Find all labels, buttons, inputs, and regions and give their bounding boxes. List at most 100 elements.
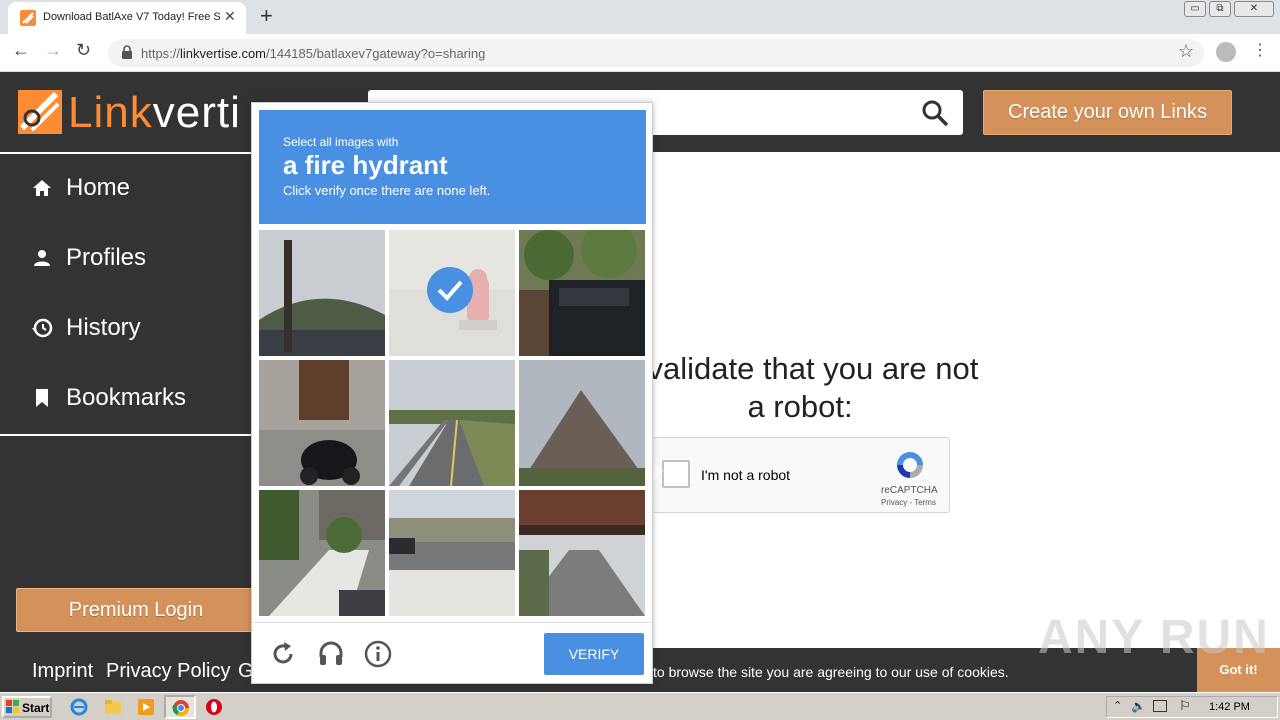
chrome-icon xyxy=(172,700,190,717)
logo-link-part: Link xyxy=(68,88,153,137)
tab-close-icon[interactable]: ✕ xyxy=(224,8,236,25)
opera-icon[interactable] xyxy=(205,698,223,716)
reload-challenge-icon[interactable] xyxy=(268,639,298,669)
premium-login-button[interactable]: Premium Login xyxy=(16,588,256,632)
volume-icon[interactable]: 🔈 xyxy=(1131,699,1146,713)
sidebar-item-profiles[interactable]: Profiles xyxy=(30,240,250,280)
url-bar[interactable]: https://linkvertise.com/144185/batlaxev7… xyxy=(108,39,1204,67)
recaptcha-logo-icon xyxy=(897,452,923,478)
highway-wall-image xyxy=(389,490,515,616)
challenge-tile-highway[interactable] xyxy=(389,490,515,616)
verify-button[interactable]: VERIFY xyxy=(544,633,644,675)
url-domain: linkvertise.com xyxy=(180,46,266,61)
close-window-button[interactable]: ✕ xyxy=(1234,1,1274,17)
start-button[interactable]: Start xyxy=(2,696,52,718)
recaptcha-widget: I'm not a robot reCAPTCHA Privacy - Term… xyxy=(652,437,950,513)
scooter-building-image xyxy=(259,360,385,486)
url-prefix: https:// xyxy=(141,46,181,61)
recaptcha-label: I'm not a robot xyxy=(701,467,791,483)
cookie-notice-text: to browse the site you are agreeing to o… xyxy=(653,664,1009,680)
sidebar-item-label: History xyxy=(66,314,141,341)
challenge-header: Select all images with a fire hydrant Cl… xyxy=(259,110,646,224)
challenge-tile-road[interactable] xyxy=(389,360,515,486)
home-icon xyxy=(33,180,51,196)
lock-icon xyxy=(122,45,132,59)
pole-hill-image xyxy=(259,230,385,356)
new-tab-icon[interactable]: + xyxy=(260,3,273,29)
restore-button[interactable]: ⧉ xyxy=(1209,1,1231,17)
linkvertise-logo-icon[interactable] xyxy=(16,88,64,136)
windows-logo-icon xyxy=(6,700,19,713)
captcha-challenge-dialog: Select all images with a fire hydrant Cl… xyxy=(251,102,653,684)
address-bar-row: ← → ↻ https://linkvertise.com/144185/bat… xyxy=(0,34,1280,72)
sidebar: Home Profiles History Bookmarks Premium … xyxy=(0,152,256,692)
profile-avatar-icon[interactable] xyxy=(1216,42,1236,62)
challenge-tile-bridge[interactable] xyxy=(519,490,645,616)
network-icon[interactable] xyxy=(1153,700,1167,712)
url-path: /144185/batlaxev7gateway?o=sharing xyxy=(266,46,486,61)
system-tray: ⌃ 🔈 ⚐ 1:42 PM xyxy=(1106,696,1278,718)
windows-taskbar: Start ⌃ 🔈 ⚐ 1:42 PM xyxy=(0,692,1280,720)
challenge-tile-hydrant-selected[interactable] xyxy=(389,230,515,356)
house-stairs-image xyxy=(259,490,385,616)
search-icon[interactable] xyxy=(920,98,950,128)
recaptcha-brand: reCAPTCHA xyxy=(881,485,938,496)
file-explorer-icon[interactable] xyxy=(104,698,122,716)
logo-rest-part: verti xyxy=(152,88,241,137)
chrome-taskbar-button[interactable] xyxy=(164,695,196,719)
tray-expand-icon[interactable]: ⌃ xyxy=(1113,699,1122,712)
site-logo-text[interactable]: Linkverti xyxy=(68,88,241,138)
browser-menu-icon[interactable]: ⋮ xyxy=(1252,40,1268,60)
minimize-button[interactable]: ▭ xyxy=(1184,1,1206,17)
challenge-tile-roof[interactable] xyxy=(519,360,645,486)
car-trees-image xyxy=(519,230,645,356)
create-links-button[interactable]: Create your own Links xyxy=(983,90,1232,135)
internet-explorer-icon[interactable] xyxy=(70,698,88,716)
challenge-target-object: a fire hydrant xyxy=(283,150,448,180)
linkvertise-favicon-icon xyxy=(20,10,36,26)
history-icon xyxy=(32,318,53,338)
taskbar-clock[interactable]: 1:42 PM xyxy=(1209,701,1250,713)
reload-icon[interactable]: ↻ xyxy=(76,40,91,61)
person-icon xyxy=(34,250,50,266)
sidebar-item-label: Home xyxy=(66,174,131,201)
challenge-tile-scooter[interactable] xyxy=(259,360,385,486)
sidebar-item-bookmarks[interactable]: Bookmarks xyxy=(30,380,250,420)
sidebar-divider xyxy=(0,434,252,436)
url-text: https://linkvertise.com/144185/batlaxev7… xyxy=(141,46,485,61)
browser-tab[interactable]: Download BatlAxe V7 Today! Free S ✕ xyxy=(8,2,246,34)
media-player-icon[interactable] xyxy=(137,698,155,716)
anyrun-watermark: ANY RUN xyxy=(1038,611,1270,664)
challenge-hint: Click verify once there are none left. xyxy=(283,183,491,198)
action-center-flag-icon[interactable]: ⚐ xyxy=(1179,698,1191,714)
info-icon[interactable] xyxy=(363,639,393,669)
recaptcha-terms-link[interactable]: Privacy - Terms xyxy=(881,498,936,507)
recaptcha-checkbox[interactable] xyxy=(662,460,690,488)
sidebar-item-history[interactable]: History xyxy=(30,310,250,350)
house-roof-image xyxy=(519,360,645,486)
browser-titlebar: Download BatlAxe V7 Today! Free S ✕ + ▭ … xyxy=(0,0,1280,34)
start-label: Start xyxy=(22,701,50,715)
forward-arrow-icon[interactable]: → xyxy=(44,40,62,61)
tab-title: Download BatlAxe V7 Today! Free S xyxy=(43,11,221,23)
bridge-underpass-image xyxy=(519,490,645,616)
challenge-tile-pole[interactable] xyxy=(259,230,385,356)
sidebar-item-label: Profiles xyxy=(66,244,147,271)
highway-road-image xyxy=(389,360,515,486)
sidebar-item-home[interactable]: Home xyxy=(30,170,250,210)
bookmark-star-icon[interactable]: ☆ xyxy=(1178,41,1194,62)
challenge-toolbar-divider xyxy=(252,622,652,623)
footer-link-imprint[interactable]: Imprint xyxy=(32,660,93,683)
sidebar-divider xyxy=(0,152,252,154)
challenge-tile-stairs[interactable] xyxy=(259,490,385,616)
sidebar-item-label: Bookmarks xyxy=(66,384,187,411)
audio-challenge-icon[interactable] xyxy=(316,639,346,669)
challenge-pointer-arrow xyxy=(652,460,663,482)
footer-link-privacy[interactable]: Privacy Policy xyxy=(106,660,230,683)
challenge-tile-car-trees[interactable] xyxy=(519,230,645,356)
tile-selected-check-icon xyxy=(427,267,473,313)
back-arrow-icon[interactable]: ← xyxy=(12,40,30,61)
bookmark-icon xyxy=(36,389,48,407)
challenge-image-grid xyxy=(259,230,646,617)
challenge-instruction: Select all images with xyxy=(283,135,399,149)
